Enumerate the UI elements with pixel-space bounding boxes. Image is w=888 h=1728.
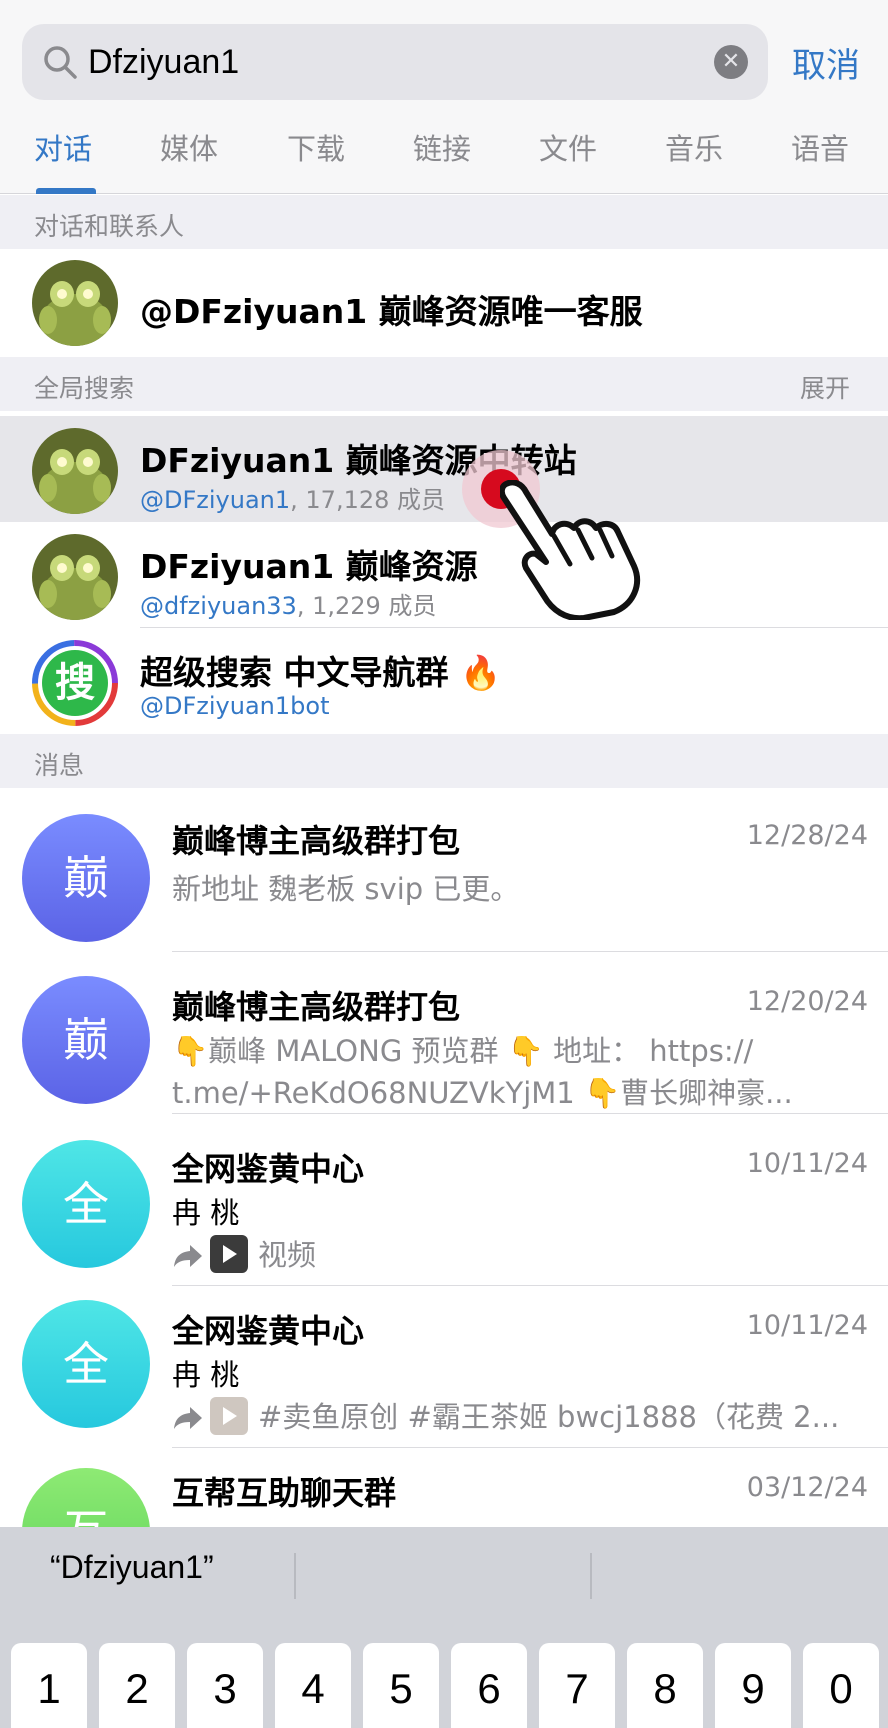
cancel-button[interactable]: 取消 — [792, 38, 860, 87]
forward-arrow-icon — [174, 1407, 202, 1429]
section-header-chats-contacts: 对话和联系人 — [0, 195, 888, 249]
key-3[interactable]: 3 — [187, 1643, 263, 1728]
avatar: 巅 — [22, 976, 150, 1104]
result-handle[interactable]: @DFziyuan1bot — [140, 692, 329, 720]
tab-links[interactable]: 链接 — [413, 126, 471, 168]
message-preview-text: #卖鱼原创 #霸王茶姬 bwcj1888（花费 2... — [258, 1400, 840, 1434]
video-thumbnail-icon — [210, 1397, 248, 1435]
message-preview-line1: 👇巅峰 MALONG 预览群 👇 地址： https:// — [172, 1034, 754, 1068]
message-date: 10/11/24 — [746, 1148, 868, 1179]
member-count: , 17,128 成员 — [290, 486, 446, 514]
tab-files[interactable]: 文件 — [539, 126, 597, 168]
message-chat-title: 互帮互助聊天群 — [172, 1474, 397, 1512]
message-chat-title: 巅峰博主高级群打包 — [172, 822, 461, 860]
avatar — [32, 534, 118, 620]
result-title: DFziyuan1 巅峰资源 — [140, 547, 478, 586]
message-preview: 视频 — [172, 1232, 862, 1274]
message-row[interactable]: 互 互帮互助聊天群 03/12/24 — [0, 1448, 888, 1527]
message-chat-title: 巅峰博主高级群打包 — [172, 988, 461, 1026]
key-8[interactable]: 8 — [627, 1643, 703, 1728]
clear-search-icon[interactable]: ✕ — [714, 45, 748, 79]
result-handle[interactable]: @dfziyuan33 — [140, 592, 297, 620]
avatar: 全 — [22, 1140, 150, 1268]
message-date: 12/28/24 — [746, 820, 868, 851]
result-subtitle: @dfziyuan33, 1,229 成员 — [140, 586, 436, 621]
avatar: 全 — [22, 1300, 150, 1428]
member-count: , 1,229 成员 — [296, 592, 437, 620]
tab-media[interactable]: 媒体 — [160, 126, 218, 168]
suggestion-divider — [294, 1553, 296, 1599]
search-bot-logo-icon: 搜 — [32, 640, 118, 726]
result-subtitle: @DFziyuan1bot — [140, 692, 329, 720]
key-1[interactable]: 1 — [11, 1643, 87, 1728]
message-row[interactable]: 巅 巅峰博主高级群打包 12/20/24 👇巅峰 MALONG 预览群 👇 地址… — [0, 952, 888, 1114]
tab-music[interactable]: 音乐 — [665, 126, 723, 168]
message-chat-title: 全网鉴黄中心 — [172, 1150, 365, 1188]
message-date: 12/20/24 — [746, 986, 868, 1017]
search-bot-logo-char: 搜 — [55, 660, 95, 706]
result-handle[interactable]: @DFziyuan1 — [140, 486, 290, 514]
section-title: 消息 — [34, 751, 85, 780]
avatar — [32, 428, 118, 514]
message-preview: 新地址 魏老板 svip 已更。 — [172, 872, 520, 906]
global-result-row[interactable]: DFziyuan1 巅峰资源 @dfziyuan33, 1,229 成员 — [0, 522, 888, 628]
avatar: 巅 — [22, 814, 150, 942]
avatar: 互 — [22, 1468, 150, 1527]
search-icon — [44, 46, 77, 79]
search-bar[interactable]: ✕ — [22, 24, 768, 100]
section-header-global-search: 全局搜索 展开 — [0, 357, 888, 411]
keyboard: “Dfziyuan1” 1 2 3 4 5 6 7 8 9 0 — [0, 1527, 888, 1728]
message-sender: 冉 桃 — [172, 1196, 240, 1230]
section-title: 全局搜索 — [34, 374, 135, 403]
search-filter-tabs: 对话 媒体 下载 链接 文件 音乐 语音 — [0, 118, 888, 194]
expand-link[interactable]: 展开 — [800, 369, 850, 405]
keyboard-suggestion[interactable]: “Dfziyuan1” — [50, 1549, 214, 1586]
message-preview-text: 视频 — [258, 1238, 317, 1272]
contact-title: @DFziyuan1 巅峰资源唯一客服 — [140, 292, 643, 331]
result-title: 超级搜索 中文导航群 🔥 — [140, 653, 502, 692]
message-preview-line2: t.me/+ReKdO68NUZVkYjM1 👇曹长卿神豪... — [172, 1076, 793, 1110]
global-result-row[interactable]: 搜 超级搜索 中文导航群 🔥 @DFziyuan1bot — [0, 628, 888, 734]
message-date: 10/11/24 — [746, 1310, 868, 1341]
message-chat-title: 全网鉴黄中心 — [172, 1312, 365, 1350]
message-sender: 冉 桃 — [172, 1358, 240, 1392]
message-row[interactable]: 全 全网鉴黄中心 10/11/24 冉 桃 #卖鱼原创 #霸王茶姬 bwcj18… — [0, 1286, 888, 1448]
key-0[interactable]: 0 — [803, 1643, 879, 1728]
forward-arrow-icon — [174, 1245, 202, 1267]
suggestion-divider — [590, 1553, 592, 1599]
key-7[interactable]: 7 — [539, 1643, 615, 1728]
global-result-row[interactable]: DFziyuan1 巅峰资源中转站 @DFziyuan1, 17,128 成员 — [0, 416, 888, 522]
message-date: 03/12/24 — [746, 1472, 868, 1503]
key-6[interactable]: 6 — [451, 1643, 527, 1728]
result-subtitle: @DFziyuan1, 17,128 成员 — [140, 480, 445, 515]
message-row[interactable]: 全 全网鉴黄中心 10/11/24 冉 桃 视频 — [0, 1114, 888, 1286]
key-2[interactable]: 2 — [99, 1643, 175, 1728]
contact-row[interactable]: @DFziyuan1 巅峰资源唯一客服 — [0, 249, 888, 357]
active-tab-indicator — [36, 188, 96, 194]
tab-chats[interactable]: 对话 — [34, 126, 92, 168]
message-preview: #卖鱼原创 #霸王茶姬 bwcj1888（花费 2... — [172, 1394, 862, 1436]
tab-voice[interactable]: 语音 — [791, 126, 849, 168]
pointing-hand-icon — [500, 480, 641, 620]
search-header: ✕ 取消 对话 媒体 下载 链接 文件 音乐 语音 — [0, 0, 888, 194]
key-4[interactable]: 4 — [275, 1643, 351, 1728]
key-9[interactable]: 9 — [715, 1643, 791, 1728]
tab-downloads[interactable]: 下载 — [287, 126, 345, 168]
avatar — [32, 260, 118, 346]
search-input[interactable] — [88, 34, 688, 90]
key-5[interactable]: 5 — [363, 1643, 439, 1728]
section-title: 对话和联系人 — [34, 212, 185, 241]
video-thumbnail-icon — [210, 1235, 248, 1273]
message-row[interactable]: 巅 巅峰博主高级群打包 12/28/24 新地址 魏老板 svip 已更。 — [0, 788, 888, 952]
section-header-messages: 消息 — [0, 734, 888, 788]
